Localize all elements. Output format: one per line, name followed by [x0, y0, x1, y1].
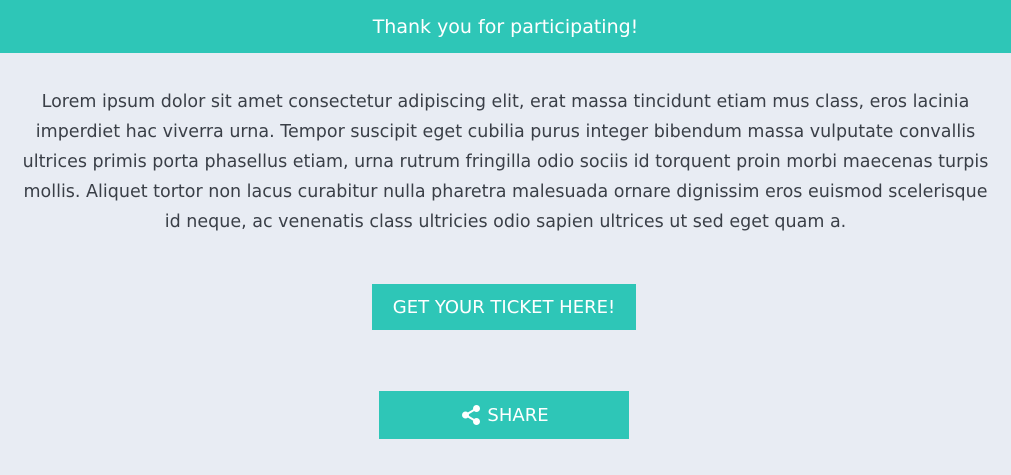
- page-title: Thank you for participating!: [372, 15, 639, 38]
- get-ticket-button[interactable]: GET YOUR TICKET HERE!: [372, 284, 636, 330]
- share-button-label: SHARE: [487, 404, 549, 426]
- get-ticket-button-label: GET YOUR TICKET HERE!: [392, 296, 616, 318]
- share-icon: [459, 403, 483, 427]
- header-bar: Thank you for participating!: [0, 0, 1011, 53]
- body-paragraph: Lorem ipsum dolor sit amet consectetur a…: [22, 92, 989, 232]
- share-button[interactable]: SHARE: [379, 391, 629, 439]
